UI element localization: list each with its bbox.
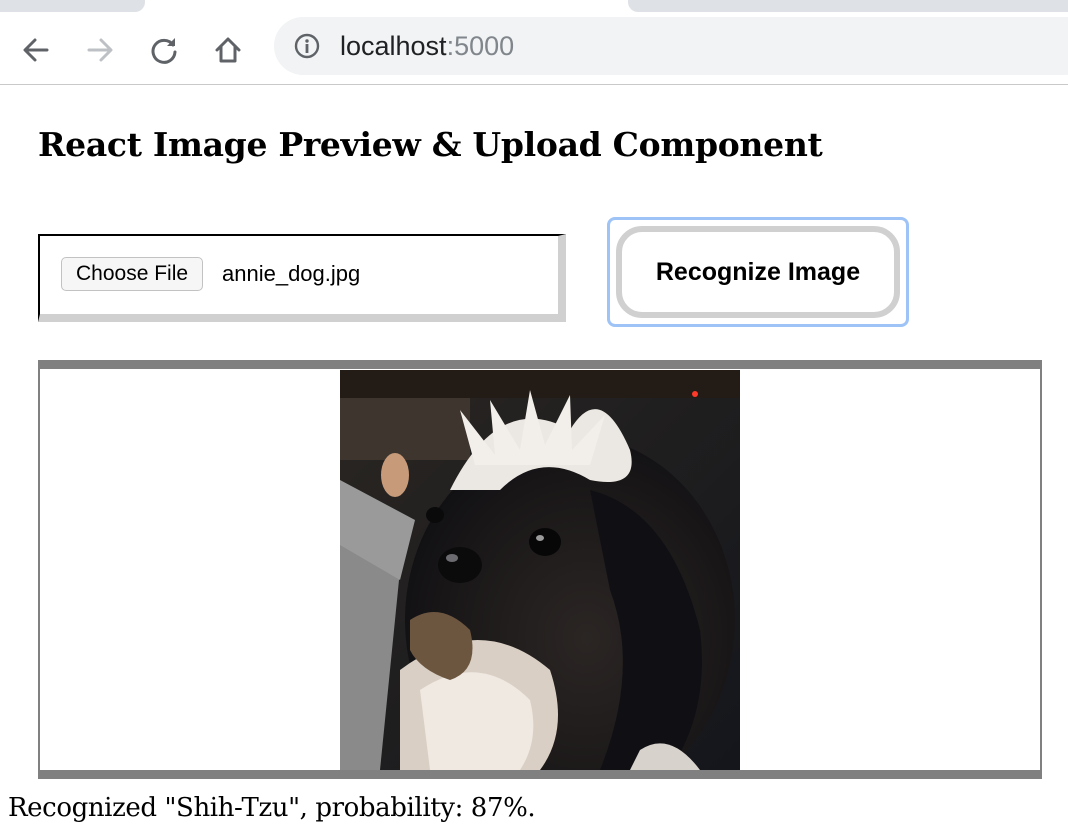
browser-tab[interactable]	[0, 0, 145, 12]
recognition-result: Recognized "Shih-Tzu", probability: 87%.	[8, 793, 536, 823]
dog-photo-preview	[340, 370, 740, 770]
home-icon	[215, 37, 241, 63]
tab-strip	[0, 0, 1068, 14]
back-button[interactable]	[18, 32, 54, 68]
choose-file-button[interactable]: Choose File	[61, 257, 204, 291]
image-preview-frame	[38, 360, 1042, 779]
browser-toolbar: localhost:5000	[0, 14, 1068, 85]
address-bar[interactable]: localhost:5000	[274, 17, 1068, 75]
url-port: :5000	[446, 31, 515, 61]
browser-tab[interactable]	[628, 0, 1068, 12]
url-text[interactable]: localhost:5000	[340, 31, 514, 61]
page-title: React Image Preview & Upload Component	[38, 125, 823, 164]
recognize-image-button-label: Recognize Image	[616, 226, 900, 318]
info-icon[interactable]	[294, 33, 320, 59]
reload-button[interactable]	[146, 32, 182, 68]
url-host: localhost	[340, 31, 447, 61]
back-arrow-icon	[23, 38, 49, 62]
reload-icon	[151, 38, 177, 64]
forward-arrow-icon	[87, 38, 113, 62]
forward-button[interactable]	[82, 32, 118, 68]
home-button[interactable]	[210, 32, 246, 68]
file-input-container: Choose File annie_dog.jpg	[38, 234, 566, 322]
selected-file-name: annie_dog.jpg	[222, 261, 361, 286]
recognize-image-button[interactable]: Recognize Image	[607, 217, 909, 327]
